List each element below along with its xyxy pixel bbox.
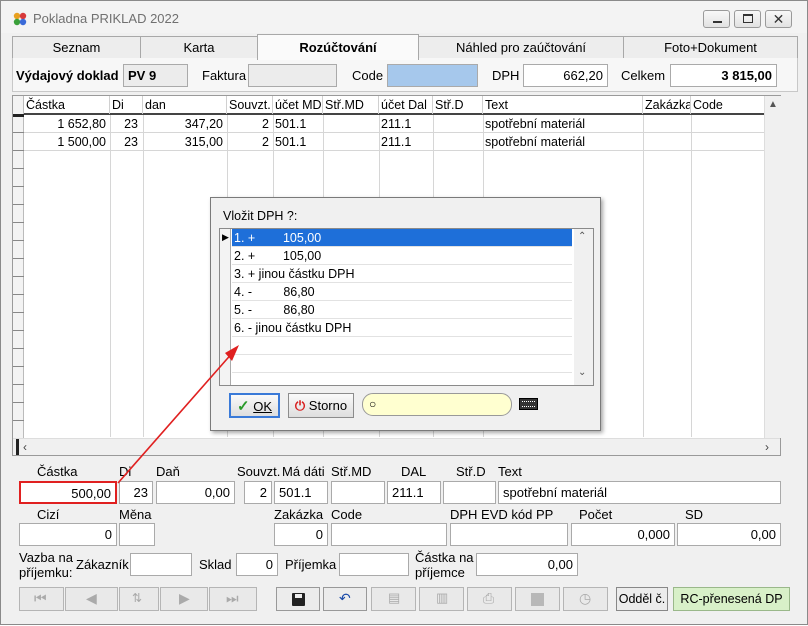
save-button[interactable] <box>276 587 320 611</box>
first-icon: ⏮ <box>34 590 47 606</box>
clock-button[interactable]: ◷ <box>563 587 608 611</box>
app-window: Pokladna PRIKLAD 2022 ✕ Seznam Karta Roz… <box>0 0 808 625</box>
copy-button[interactable]: ▥ <box>419 587 464 611</box>
tab-rozuctovani[interactable]: Rozúčtování <box>257 34 419 60</box>
oddel-button[interactable]: Odděl č. <box>616 587 668 611</box>
next-icon: ▶ <box>179 590 190 606</box>
last-record-button[interactable]: ⏭ <box>209 587 257 611</box>
rc-prenesena-dp-button[interactable]: RC-přenesená DP <box>673 587 790 611</box>
delete-icon: ▤ <box>388 590 401 605</box>
sort-icon: ⇅ <box>132 591 143 605</box>
previous-icon: ◀ <box>86 590 97 606</box>
stop-icon <box>531 593 544 606</box>
print-icon: ⎙ <box>483 590 495 606</box>
next-record-button[interactable]: ▶ <box>160 587 208 611</box>
copy-icon: ▥ <box>436 590 449 605</box>
last-icon: ⏭ <box>226 590 239 606</box>
annotation-arrow-icon <box>117 345 239 484</box>
save-icon <box>292 593 305 606</box>
delete-button[interactable]: ▤ <box>371 587 416 611</box>
undo-icon: ↶ <box>339 590 351 606</box>
sort-button[interactable]: ⇅ <box>119 587 159 611</box>
undo-button[interactable]: ↶ <box>323 587 367 611</box>
stop-button[interactable] <box>515 587 560 611</box>
print-button[interactable]: ⎙ <box>467 587 512 611</box>
first-record-button[interactable]: ⏮ <box>19 587 64 611</box>
previous-record-button[interactable]: ◀ <box>65 587 118 611</box>
clock-icon: ◷ <box>579 590 592 606</box>
